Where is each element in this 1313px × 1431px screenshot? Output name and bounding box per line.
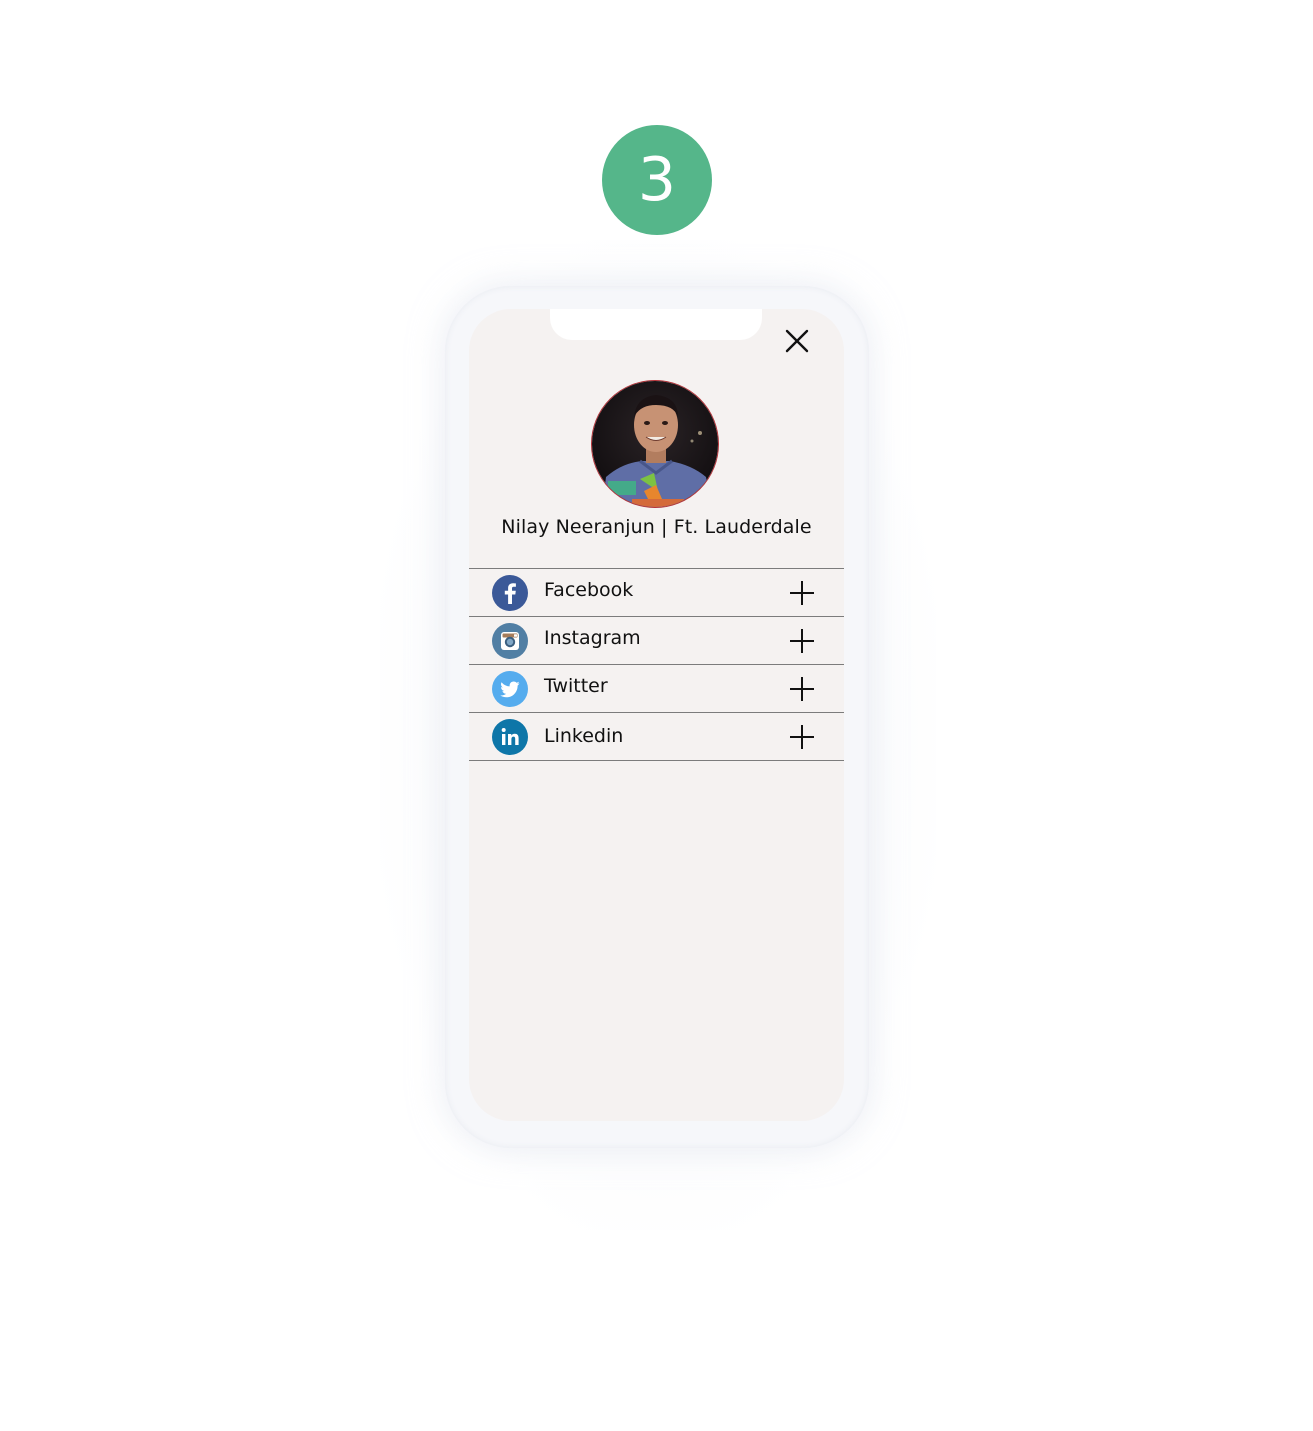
close-icon [785, 329, 809, 353]
add-twitter-button[interactable] [789, 676, 815, 702]
step-number: 3 [637, 145, 677, 215]
social-row-facebook[interactable]: Facebook [469, 569, 844, 617]
twitter-icon [492, 671, 528, 707]
social-label-linkedin: Linkedin [544, 725, 624, 747]
social-accounts-list: Facebook Instagram Twitter Linkedin [469, 568, 844, 761]
add-instagram-button[interactable] [789, 628, 815, 654]
add-facebook-button[interactable] [789, 580, 815, 606]
profile-photo [592, 381, 718, 507]
plus-icon [790, 677, 814, 701]
social-label-facebook: Facebook [544, 579, 634, 601]
add-linkedin-button[interactable] [789, 724, 815, 750]
plus-icon [790, 725, 814, 749]
social-row-linkedin[interactable]: Linkedin [469, 713, 844, 761]
step-number-badge: 3 [602, 125, 712, 235]
instagram-icon [492, 623, 528, 659]
page: 3 Nilay Neeranjun | Ft. Lauderdale Faceb… [0, 0, 1313, 1431]
linkedin-icon [492, 719, 528, 755]
close-button[interactable] [782, 327, 812, 357]
profile-name: Nilay Neeranjun | Ft. Lauderdale [501, 516, 812, 538]
social-row-instagram[interactable]: Instagram [469, 617, 844, 665]
plus-icon [790, 581, 814, 605]
social-label-twitter: Twitter [544, 675, 608, 697]
phone-notch [550, 309, 762, 340]
phone-screen: Nilay Neeranjun | Ft. Lauderdale Faceboo… [469, 309, 844, 1121]
plus-icon [790, 629, 814, 653]
social-row-twitter[interactable]: Twitter [469, 665, 844, 713]
social-label-instagram: Instagram [544, 627, 641, 649]
avatar [591, 380, 719, 508]
facebook-icon [492, 575, 528, 611]
